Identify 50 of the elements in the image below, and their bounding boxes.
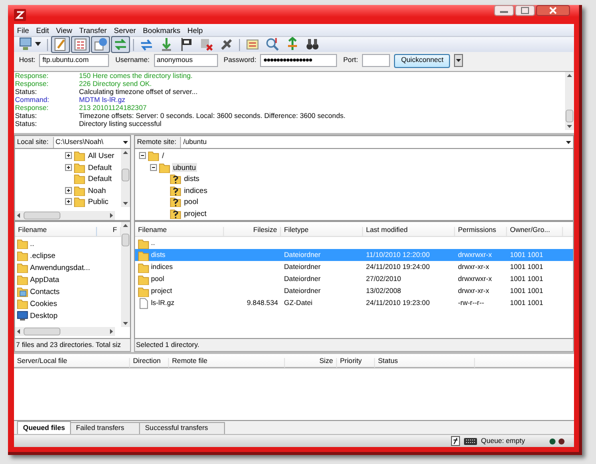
keyboard-icon bbox=[464, 438, 477, 444]
minimize-icon[interactable] bbox=[494, 5, 514, 16]
folder-icon bbox=[74, 150, 85, 162]
flag-icon bbox=[179, 37, 194, 52]
folder-icon bbox=[148, 150, 159, 162]
dropdown-button[interactable] bbox=[454, 54, 464, 67]
cancel-icon bbox=[199, 37, 214, 52]
download-arrow-icon bbox=[159, 37, 174, 52]
folder-icon bbox=[138, 274, 149, 284]
folder-icon bbox=[74, 184, 85, 196]
question-folder-icon bbox=[170, 173, 181, 184]
maximize-icon[interactable] bbox=[515, 5, 535, 16]
folder-icon bbox=[74, 196, 85, 208]
binoculars-icon bbox=[305, 37, 320, 52]
folder-icon bbox=[17, 262, 28, 272]
tree-list-icon bbox=[73, 37, 88, 52]
expand-icon[interactable] bbox=[65, 198, 72, 206]
folder-icon bbox=[17, 274, 28, 284]
caret-icon bbox=[456, 59, 462, 62]
folder-icon bbox=[74, 162, 85, 173]
folder-icon bbox=[17, 250, 28, 260]
computer-icon bbox=[18, 37, 42, 52]
app-icon bbox=[14, 8, 26, 20]
folder-icon bbox=[138, 286, 149, 296]
port-field[interactable] bbox=[362, 54, 390, 67]
status-lights-icon bbox=[549, 438, 566, 444]
refresh-icon bbox=[139, 37, 154, 52]
queue-arrows-icon bbox=[113, 37, 128, 52]
folder-icon bbox=[138, 250, 149, 260]
compare-icon bbox=[245, 37, 260, 52]
magnifier-icon bbox=[265, 37, 280, 52]
collapse-icon[interactable] bbox=[150, 164, 157, 171]
caret-icon bbox=[566, 140, 571, 144]
contacts-folder-icon bbox=[17, 286, 28, 296]
filter-icon bbox=[451, 436, 460, 446]
question-folder-icon bbox=[170, 184, 181, 196]
expand-icon[interactable] bbox=[65, 152, 72, 160]
collapse-icon[interactable] bbox=[139, 152, 146, 160]
expand-icon[interactable] bbox=[65, 186, 72, 194]
folder-icon bbox=[74, 173, 85, 184]
caret-icon bbox=[123, 140, 128, 144]
folder-icon bbox=[17, 298, 28, 308]
close-icon[interactable] bbox=[536, 5, 570, 16]
file-icon bbox=[138, 298, 149, 308]
pencil-page-icon bbox=[53, 37, 68, 52]
question-folder-icon bbox=[170, 208, 181, 219]
folder-icon bbox=[159, 162, 170, 173]
desktop-icon bbox=[17, 310, 28, 320]
question-folder-icon bbox=[170, 196, 181, 208]
expand-icon[interactable] bbox=[65, 164, 72, 171]
